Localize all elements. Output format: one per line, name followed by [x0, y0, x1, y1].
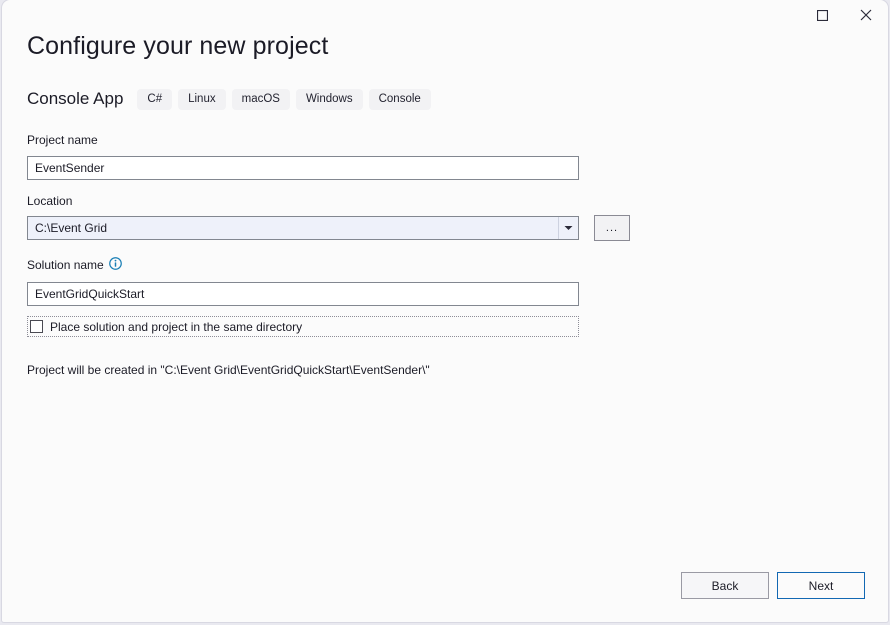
info-icon[interactable] [109, 257, 122, 270]
solution-name-input[interactable] [27, 282, 579, 306]
maximize-icon [817, 10, 828, 21]
template-summary-row: Console App C# Linux macOS Windows Conso… [27, 86, 437, 112]
same-directory-checkbox-label: Place solution and project in the same d… [50, 320, 302, 334]
configure-project-dialog: Configure your new project Console App C… [2, 0, 888, 622]
location-combobox[interactable]: C:\Event Grid [27, 216, 579, 240]
window-caption-controls [800, 0, 888, 30]
tag-pill-windows: Windows [296, 89, 363, 110]
solution-name-label: Solution name [27, 258, 104, 272]
chevron-down-icon [564, 225, 573, 231]
close-button[interactable] [844, 0, 888, 30]
maximize-button[interactable] [800, 0, 844, 30]
tag-pill-linux: Linux [178, 89, 226, 110]
tag-pill-macos: macOS [232, 89, 290, 110]
browse-location-button[interactable]: ... [594, 215, 630, 241]
tag-pill-language: C# [137, 89, 172, 110]
tag-pill-console: Console [369, 89, 431, 110]
close-icon [860, 9, 872, 21]
project-name-label: Project name [27, 133, 98, 147]
location-label: Location [27, 194, 72, 208]
page-title: Configure your new project [27, 32, 328, 61]
location-value: C:\Event Grid [28, 221, 558, 235]
location-dropdown-button[interactable] [558, 217, 578, 239]
back-button[interactable]: Back [681, 572, 769, 599]
same-directory-checkbox[interactable] [30, 320, 43, 333]
next-button[interactable]: Next [777, 572, 865, 599]
project-name-input[interactable] [27, 156, 579, 180]
project-path-preview: Project will be created in "C:\Event Gri… [27, 363, 430, 377]
template-name: Console App [27, 89, 123, 109]
same-directory-checkbox-row[interactable]: Place solution and project in the same d… [27, 316, 579, 337]
